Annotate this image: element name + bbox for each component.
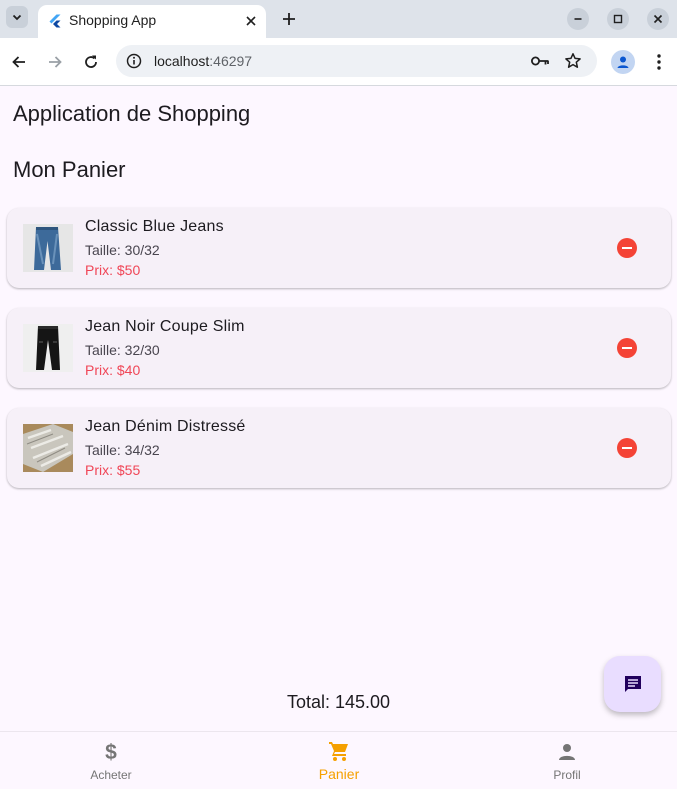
nav-item-acheter[interactable]: $ Acheter — [51, 732, 171, 789]
browser-tab-strip: Shopping App — [0, 0, 677, 38]
site-info-icon[interactable] — [126, 53, 142, 69]
chat-fab-button[interactable] — [604, 656, 661, 712]
chevron-down-icon — [12, 14, 22, 21]
close-icon — [653, 14, 663, 24]
reload-icon — [85, 55, 97, 68]
product-name: Jean Noir Coupe Slim — [85, 318, 245, 335]
remove-circle-icon — [622, 247, 632, 249]
product-thumbnail — [23, 224, 73, 272]
browser-menu-button[interactable] — [648, 50, 670, 74]
page-title: Mon Panier — [13, 157, 126, 182]
remove-circle-icon — [622, 447, 632, 449]
remove-item-button[interactable] — [617, 338, 637, 358]
new-tab-button[interactable] — [278, 8, 300, 30]
plus-icon — [283, 13, 295, 25]
person-icon — [555, 740, 579, 764]
browser-toolbar: localhost:46297 — [0, 38, 677, 86]
cart-item[interactable]: Jean Noir Coupe Slim Taille: 32/30 Prix:… — [7, 308, 671, 388]
blue-jeans-image — [23, 224, 73, 272]
maximize-icon — [613, 14, 623, 24]
maximize-window-button[interactable] — [607, 8, 629, 30]
cart-list: Classic Blue Jeans Taille: 30/32 Prix: $… — [7, 208, 671, 508]
product-price: Prix: $50 — [85, 262, 141, 278]
nav-label: Panier — [318, 766, 360, 782]
nav-item-panier[interactable]: Panier — [279, 732, 399, 789]
forward-button[interactable] — [43, 50, 67, 74]
address-bar[interactable]: localhost:46297 — [116, 45, 597, 77]
product-thumbnail — [23, 324, 73, 372]
browser-tab[interactable]: Shopping App — [38, 5, 266, 38]
nav-label: Profil — [553, 768, 581, 782]
remove-item-button[interactable] — [617, 238, 637, 258]
url-host: localhost — [154, 53, 210, 69]
dollar-icon: $ — [99, 740, 123, 764]
cart-total: Total: 145.00 — [286, 692, 391, 712]
nav-label: Acheter — [90, 768, 132, 782]
arrow-right-icon — [49, 56, 62, 68]
url-port: :46297 — [209, 53, 253, 69]
profile-avatar-button[interactable] — [611, 50, 635, 74]
svg-text:$: $ — [105, 741, 117, 764]
chat-icon — [624, 676, 641, 692]
reload-button[interactable] — [79, 50, 103, 74]
more-vertical-icon — [657, 54, 661, 70]
account-icon — [617, 56, 629, 68]
app-title: Application de Shopping — [13, 101, 251, 126]
shopping-cart-icon — [327, 739, 351, 763]
cart-item[interactable]: Classic Blue Jeans Taille: 30/32 Prix: $… — [7, 208, 671, 288]
key-icon[interactable] — [530, 53, 550, 69]
product-price: Prix: $55 — [85, 462, 141, 478]
back-button[interactable] — [7, 50, 31, 74]
flutter-logo-icon — [49, 14, 61, 28]
bookmark-star-icon[interactable] — [564, 52, 582, 70]
product-thumbnail — [23, 424, 73, 472]
product-size: Taille: 34/32 — [85, 442, 160, 458]
product-price: Prix: $40 — [85, 362, 141, 378]
nav-item-profil[interactable]: Profil — [507, 732, 627, 789]
remove-item-button[interactable] — [617, 438, 637, 458]
tab-search-button[interactable] — [6, 6, 28, 28]
minimize-window-button[interactable] — [567, 8, 589, 30]
close-window-button[interactable] — [647, 8, 669, 30]
cart-item[interactable]: Jean Dénim Distressé Taille: 34/32 Prix:… — [7, 408, 671, 488]
product-size: Taille: 32/30 — [85, 342, 160, 358]
arrow-left-icon — [12, 56, 25, 68]
minimize-icon — [574, 18, 582, 20]
url-text: localhost:46297 — [154, 53, 252, 69]
product-size: Taille: 30/32 — [85, 242, 160, 258]
product-name: Jean Dénim Distressé — [85, 418, 246, 435]
bottom-navigation: $ Acheter Panier Profil — [0, 731, 677, 789]
remove-circle-icon — [622, 347, 632, 349]
tab-close-button[interactable] — [242, 12, 260, 30]
tab-title: Shopping App — [69, 12, 157, 28]
product-name: Classic Blue Jeans — [85, 218, 224, 235]
distressed-denim-image — [23, 424, 73, 472]
close-icon — [246, 16, 256, 26]
black-jeans-image — [23, 324, 73, 372]
